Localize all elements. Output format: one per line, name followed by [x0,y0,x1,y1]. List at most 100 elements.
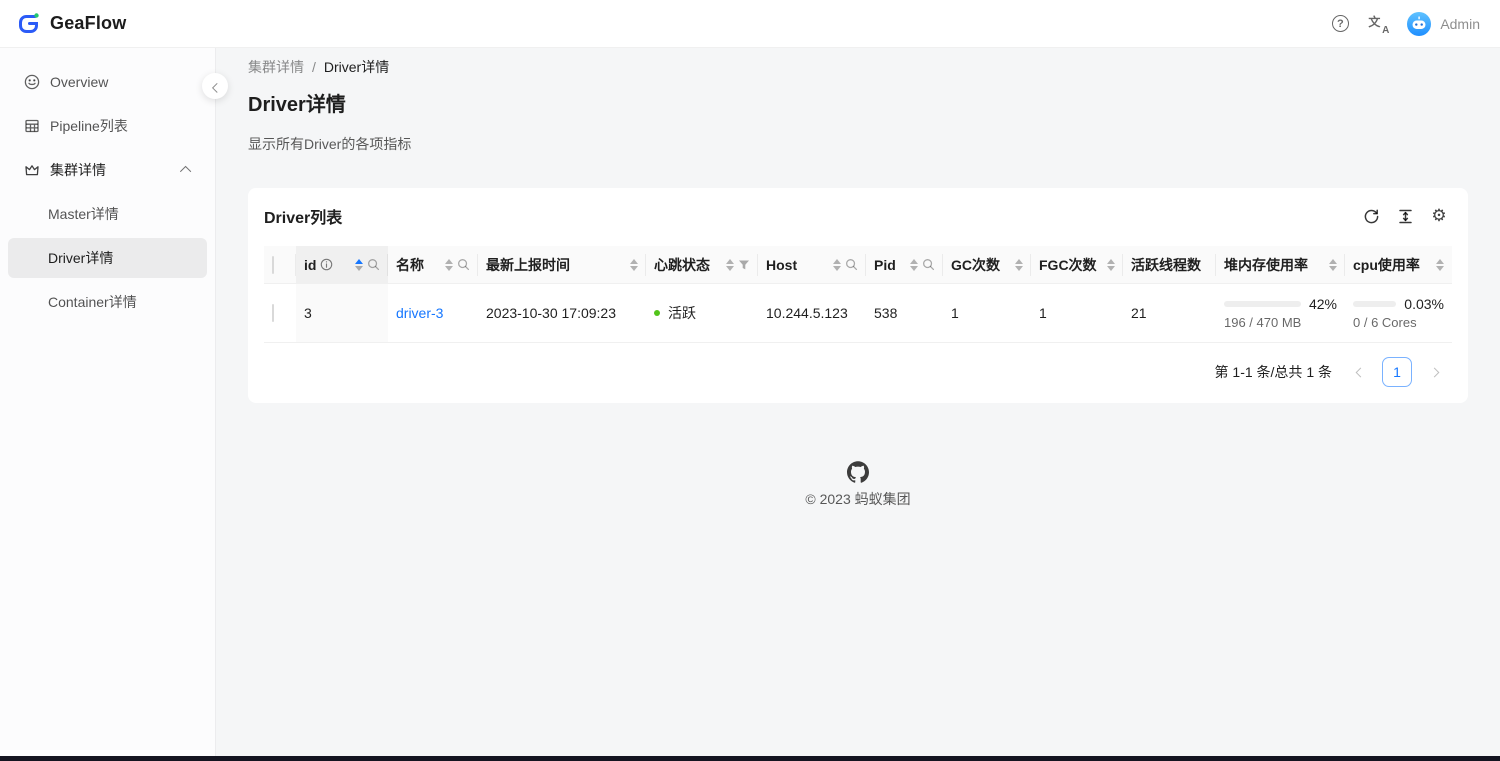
sidebar-item-label: Driver详情 [48,248,113,268]
column-header-heartbeat[interactable]: 心跳状态 [646,246,758,284]
frame: Overview Pipeline列表 集群详情 [0,48,1500,756]
sidebar-collapse-button[interactable] [202,73,228,99]
card-header: Driver列表 [248,188,1468,240]
table-row: 3 driver-3 2023-10-30 17:09:23 活跃 10.244… [264,284,1452,343]
sidebar-item-label: 集群详情 [50,160,173,180]
table-wrap: id [248,240,1468,403]
sidebar-item-label: Container详情 [48,292,137,312]
heap-progress-bar [1224,301,1301,307]
question-glyph: ? [1332,15,1349,32]
row-checkbox[interactable] [272,304,274,322]
search-icon[interactable] [457,258,470,271]
breadcrumb-current: Driver详情 [324,57,389,77]
sidebar-item-label: Master详情 [48,204,119,224]
heap-percent: 42% [1309,296,1337,312]
column-header-name[interactable]: 名称 [388,246,478,284]
column-label: 心跳状态 [654,255,710,275]
row-select-cell[interactable] [264,284,296,343]
chevron-left-icon [211,82,221,92]
cpu-percent: 0.03% [1404,296,1444,312]
column-label: 堆内存使用率 [1224,255,1308,275]
user-menu[interactable]: Admin [1406,11,1480,37]
search-icon[interactable] [922,258,935,271]
page-title: Driver详情 [248,88,1468,117]
header-select-all[interactable] [264,246,296,284]
cell-host: 10.244.5.123 [758,284,866,343]
cpu-progress-bar [1353,301,1396,307]
cell-heap-usage: 42% 196 / 470 MB [1216,284,1345,343]
select-all-checkbox[interactable] [272,256,274,274]
table-icon [24,118,40,134]
sidebar: Overview Pipeline列表 集群详情 [0,48,216,756]
driver-link[interactable]: driver-3 [396,305,443,321]
cell-gc-count: 1 [943,284,1031,343]
sorter-icon [726,259,734,271]
sidebar-item-overview[interactable]: Overview [8,62,207,102]
breadcrumb-parent[interactable]: 集群详情 [248,57,304,77]
column-label: Pid [874,257,896,273]
column-label: id [304,257,316,273]
sidebar-item-cluster[interactable]: 集群详情 [8,150,207,190]
next-page-button[interactable] [1420,358,1448,386]
brand[interactable]: GeaFlow [16,11,126,37]
brand-title: GeaFlow [50,13,126,34]
column-header-pid[interactable]: Pid [866,246,943,284]
sidebar-item-master[interactable]: Master详情 [8,194,207,234]
sorter-icon [630,259,638,271]
sorter-icon [833,259,841,271]
sorter-icon [1329,259,1337,271]
github-icon[interactable] [847,461,869,483]
pagination: 第 1-1 条/总共 1 条 1 [264,343,1452,403]
column-label: FGC次数 [1039,255,1097,275]
language-icon[interactable]: 文A [1368,14,1388,34]
search-icon[interactable] [367,258,380,271]
column-header-gc-count[interactable]: GC次数 [943,246,1031,284]
column-header-id[interactable]: id [296,246,388,284]
prev-page-button[interactable] [1346,358,1374,386]
copyright-text: © 2023 蚂蚁集团 [805,489,910,509]
column-header-report-time[interactable]: 最新上报时间 [478,246,646,284]
sorter-icon [1015,259,1023,271]
column-header-cpu-usage[interactable]: cpu使用率 [1345,246,1452,284]
sidebar-item-label: Overview [50,74,191,90]
breadcrumb: 集群详情 / Driver详情 [248,57,1468,77]
smile-icon [24,74,40,90]
status-text: 活跃 [668,303,696,323]
sorter-icon [1436,259,1444,271]
page-subtitle: 显示所有Driver的各项指标 [248,134,1468,154]
cell-name: driver-3 [388,284,478,343]
settings-icon[interactable]: ⚙ [1430,207,1448,225]
crown-icon [24,162,40,178]
column-label: 活跃线程数 [1131,255,1201,275]
chevron-left-icon [1355,367,1365,377]
table-title: Driver列表 [264,204,342,228]
page-number-button[interactable]: 1 [1382,357,1412,387]
column-header-active-threads[interactable]: 活跃线程数 [1123,246,1216,284]
chevron-up-icon [180,166,191,177]
help-icon[interactable]: ? [1330,14,1350,34]
geaflow-logo-icon [16,11,42,37]
column-label: 名称 [396,255,424,275]
filter-icon[interactable] [738,259,750,271]
sidebar-item-driver[interactable]: Driver详情 [8,238,207,278]
window-bottom-edge [0,756,1500,761]
refresh-icon[interactable] [1362,207,1380,225]
driver-table-card: Driver列表 [248,188,1468,403]
column-height-icon[interactable] [1396,207,1414,225]
sorter-icon [1107,259,1115,271]
column-header-host[interactable]: Host [758,246,866,284]
cell-heartbeat: 活跃 [646,284,758,343]
sidebar-item-container[interactable]: Container详情 [8,282,207,322]
sorter-icon [910,259,918,271]
sidebar-item-pipeline[interactable]: Pipeline列表 [8,106,207,146]
column-header-fgc-count[interactable]: FGC次数 [1031,246,1123,284]
chevron-right-icon [1429,367,1439,377]
top-header: GeaFlow ? 文A [0,0,1500,48]
column-header-heap-usage[interactable]: 堆内存使用率 [1216,246,1345,284]
avatar [1406,11,1432,37]
table-header-row: id [264,246,1452,284]
info-icon [320,258,333,271]
search-icon[interactable] [845,258,858,271]
header-actions: ? 文A Admin [1330,11,1480,37]
footer: © 2023 蚂蚁集团 [248,461,1468,509]
